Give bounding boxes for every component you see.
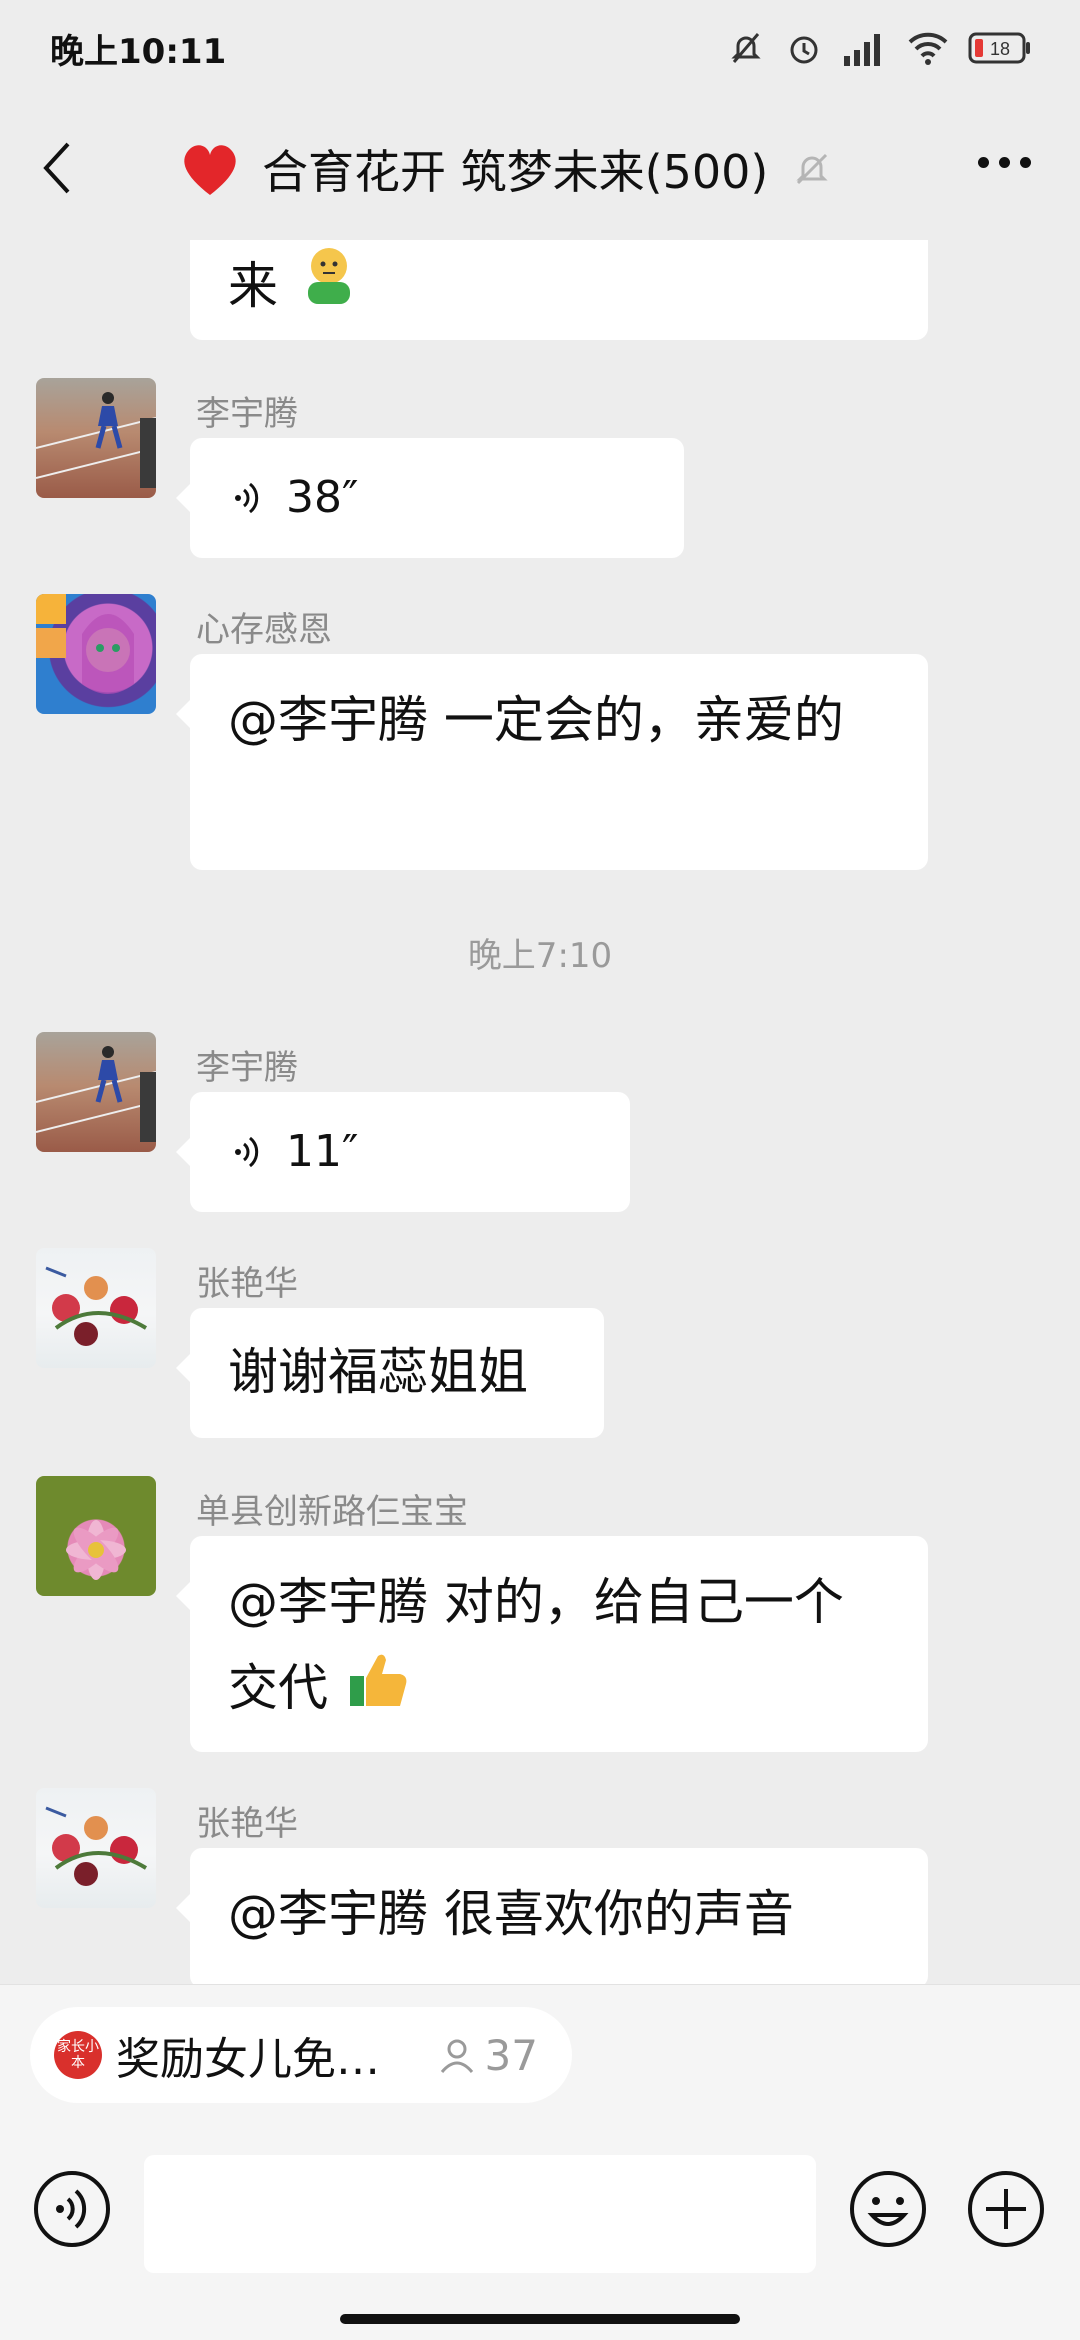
battery-icon: 18 (968, 30, 1032, 66)
voice-message-bubble[interactable]: 38″ (176, 438, 684, 558)
home-indicator[interactable] (340, 2314, 740, 2324)
chat-title: 合育花开 筑梦未来(500) (262, 145, 769, 199)
heart-icon (184, 145, 236, 195)
participant-count-value: 37 (484, 2031, 538, 2080)
do-not-disturb-icon (726, 28, 766, 68)
status-bar: 晚上10:11 18 (0, 0, 1080, 96)
message-bubble[interactable]: @李宇腾 很喜欢你的声音 (176, 1848, 928, 1984)
status-time: 晚上10:11 (50, 31, 227, 72)
sender-name: 心存感恩 (196, 610, 332, 650)
voice-wave-icon (235, 1136, 259, 1168)
dot-icon (977, 156, 989, 168)
wifi-icon (906, 28, 950, 68)
participant-count: 37 (437, 2031, 538, 2080)
message-bubble[interactable]: 来 (190, 240, 928, 340)
message-input[interactable] (144, 2155, 816, 2273)
signal-icon (842, 28, 888, 68)
message-bubble[interactable]: 谢谢福蕊姐姐 (176, 1308, 604, 1438)
message-text: @李宇腾 很喜欢你的声音 (228, 1885, 794, 1943)
avatar[interactable] (36, 1788, 156, 1908)
voice-duration: 38″ (286, 472, 359, 523)
avatar[interactable] (36, 594, 156, 714)
mini-program-title: 奖励女儿免… (116, 2034, 380, 2085)
bottom-bar: 家长小本 奖励女儿免… 37 (0, 1984, 1080, 2340)
more-options-button[interactable] (974, 152, 1034, 172)
message-text: 谢谢福蕊姐姐 (228, 1343, 528, 1401)
chat-area[interactable]: 来 李宇腾 38″ 心存感恩 @李宇腾 一定会的，亲爱的 晚上7:10 李宇腾 … (0, 240, 1080, 1984)
time-separator: 晚上7:10 (467, 936, 613, 976)
mini-program-logo: 家长小本 (54, 2031, 102, 2079)
emoji-button[interactable] (848, 2169, 928, 2249)
voice-input-button[interactable] (32, 2169, 112, 2249)
avatar[interactable] (36, 1248, 156, 1368)
sender-name: 张艳华 (196, 1804, 298, 1844)
avatar[interactable] (36, 1032, 156, 1152)
mini-program-card[interactable]: 家长小本 奖励女儿免… 37 (30, 2007, 572, 2103)
chat-header: 合育花开 筑梦未来(500) (0, 96, 1080, 240)
avatar[interactable] (36, 378, 156, 498)
voice-duration: 11″ (286, 1126, 359, 1177)
sender-name: 单县创新路仨宝宝 (196, 1492, 468, 1532)
message-bubble[interactable]: @李宇腾 一定会的，亲爱的 (176, 654, 928, 870)
thumbs-up-icon (344, 1644, 414, 1739)
back-button[interactable] (38, 138, 78, 198)
chat-title-wrap[interactable]: 合育花开 筑梦未来(500) (178, 134, 832, 204)
message-text: @李宇腾 一定会的，亲爱的 (228, 691, 844, 749)
muted-bell-icon (796, 153, 828, 185)
input-row (0, 2141, 1080, 2281)
sender-name: 张艳华 (196, 1264, 298, 1304)
sender-name: 李宇腾 (196, 1048, 298, 1088)
message-text: @李宇腾 对的，给自己一个交代 (228, 1573, 844, 1717)
add-button[interactable] (966, 2169, 1046, 2249)
voice-wave-icon (235, 482, 259, 514)
avatar[interactable] (36, 1476, 156, 1596)
message-text: 来 (228, 257, 278, 315)
svg-text:18: 18 (990, 39, 1010, 59)
person-icon (440, 2039, 473, 2073)
dot-icon (1019, 156, 1031, 168)
sender-name: 李宇腾 (196, 394, 298, 434)
status-icons: 18 (726, 28, 1032, 68)
message-bubble[interactable]: @李宇腾 对的，给自己一个交代 (176, 1536, 928, 1752)
emoji-neutral-icon (294, 242, 364, 337)
voice-message-bubble[interactable]: 11″ (176, 1092, 630, 1212)
dot-icon (998, 156, 1010, 168)
alarm-icon (784, 28, 824, 68)
